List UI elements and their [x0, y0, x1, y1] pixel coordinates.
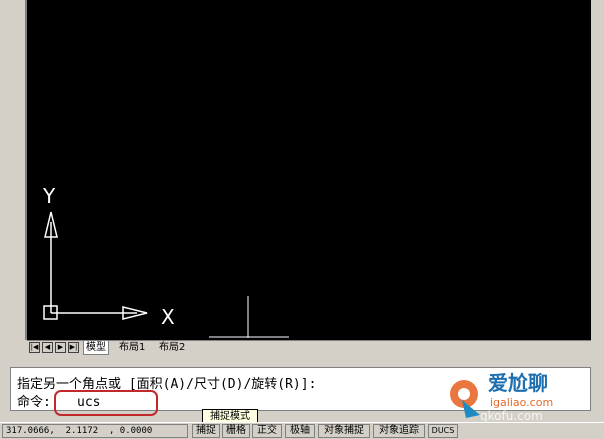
tab-model[interactable]: 模型 — [83, 341, 109, 355]
osnap-toggle[interactable]: 对象捕捉 — [318, 424, 370, 438]
x-axis-label: X — [161, 305, 175, 329]
right-frame — [591, 0, 604, 350]
tab-prev-button[interactable]: ◀ — [42, 342, 53, 353]
watermark-logo: 爱尬聊 igaliao.com qkofu.com — [444, 360, 604, 423]
watermark-extra: qkofu.com — [480, 409, 543, 422]
layout-tab-bar: |◀ ◀ ▶ ▶| 模型 布局1 布局2 — [27, 340, 591, 355]
tab-last-button[interactable]: ▶| — [68, 342, 79, 353]
watermark-url: igaliao.com — [490, 396, 553, 409]
drawing-canvas[interactable]: Y X — [27, 0, 591, 340]
status-bar: 317.0666, 2.1172 , 0.0000 捕捉 栅格 正交 极轴 对象… — [0, 422, 604, 439]
tab-layout2[interactable]: 布局2 — [157, 341, 187, 354]
ucs-icon: Y X — [42, 184, 289, 338]
tab-layout1[interactable]: 布局1 — [117, 341, 147, 354]
tab-next-button[interactable]: ▶ — [55, 342, 66, 353]
tab-first-button[interactable]: |◀ — [29, 342, 40, 353]
polar-toggle[interactable]: 极轴 — [285, 424, 315, 438]
ducs-toggle[interactable]: DUCS — [428, 424, 458, 438]
y-axis-label: Y — [42, 184, 56, 208]
grid-toggle[interactable]: 栅格 — [222, 424, 250, 438]
snap-toggle[interactable]: 捕捉 — [192, 424, 220, 438]
highlight-annotation — [54, 390, 158, 416]
ortho-toggle[interactable]: 正交 — [252, 424, 282, 438]
coordinate-readout: 317.0666, 2.1172 , 0.0000 — [2, 424, 188, 438]
otrack-toggle[interactable]: 对象追踪 — [373, 424, 425, 438]
left-frame — [0, 0, 27, 350]
snap-mode-tooltip: 捕捉模式 — [202, 409, 258, 423]
watermark-text: 爱尬聊 — [488, 371, 548, 395]
command-label: 命令: — [17, 395, 51, 410]
